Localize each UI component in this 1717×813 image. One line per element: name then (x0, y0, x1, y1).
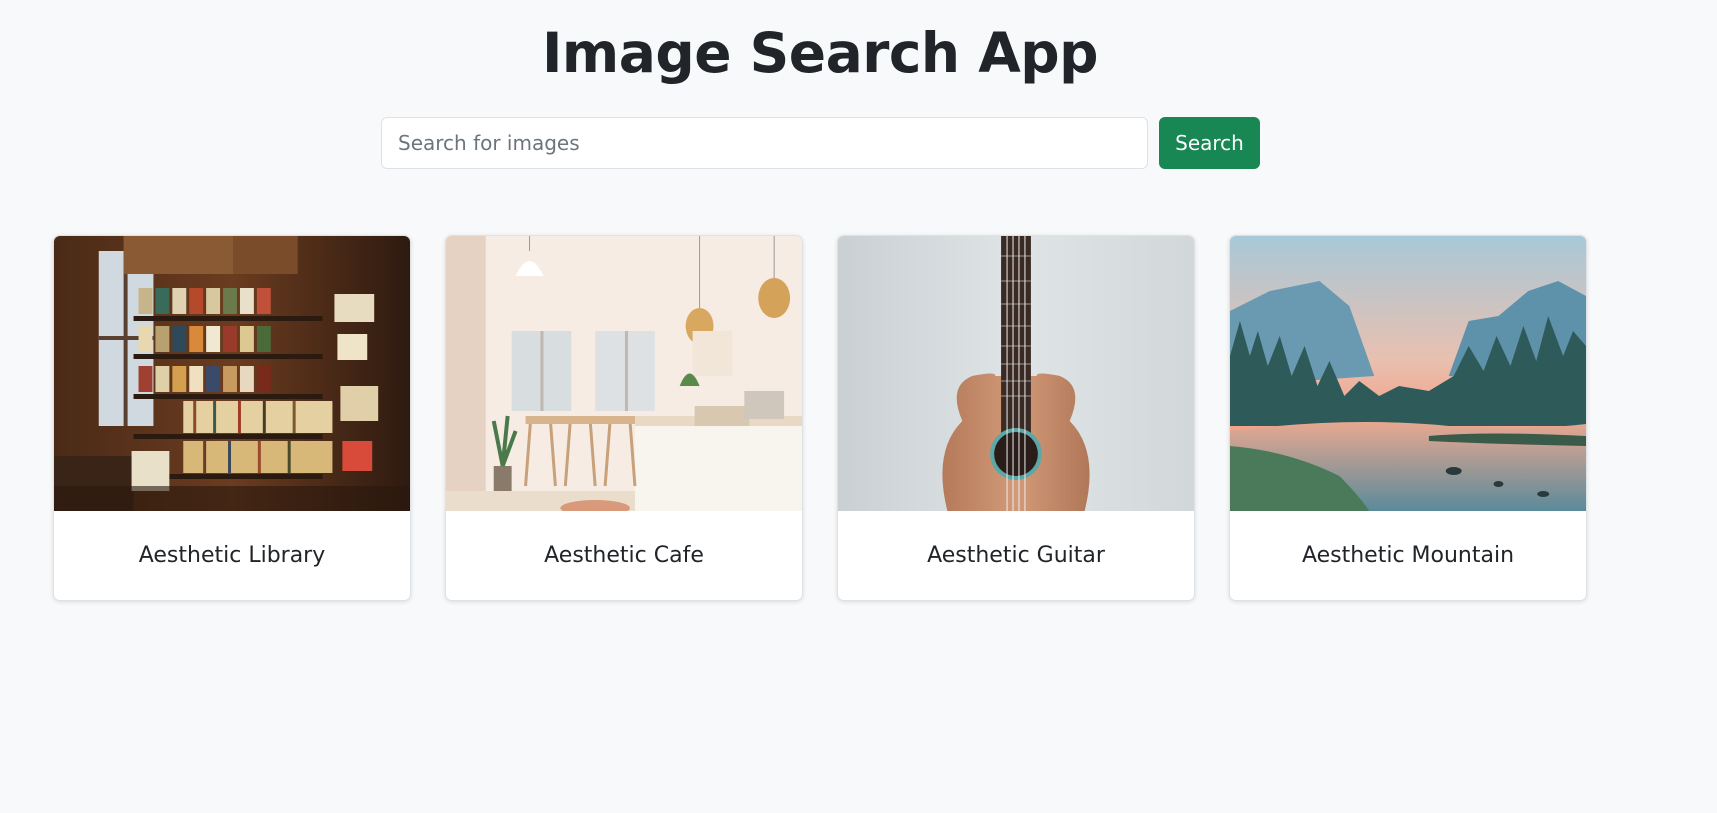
image-card[interactable]: Aesthetic Cafe (445, 235, 803, 601)
card-image-library[interactable] (54, 236, 410, 511)
card-image-cafe[interactable] (446, 236, 802, 511)
card-title: Aesthetic Guitar (927, 543, 1105, 568)
card-title: Aesthetic Cafe (544, 543, 704, 568)
image-card[interactable]: Aesthetic Guitar (837, 235, 1195, 601)
search-button[interactable]: Search (1159, 117, 1260, 169)
card-title: Aesthetic Mountain (1301, 543, 1515, 568)
image-results-grid: Aesthetic Library Aesthetic Cafe Aesthet… (53, 235, 1587, 601)
card-title: Aesthetic Library (138, 543, 326, 568)
card-image-mountain[interactable] (1230, 236, 1586, 511)
image-card[interactable]: Aesthetic Mountain (1229, 235, 1587, 601)
search-form: Search (381, 117, 1260, 169)
card-image-guitar[interactable] (838, 236, 1194, 511)
page-title: Image Search App (541, 21, 1099, 85)
search-input[interactable] (381, 117, 1148, 169)
image-card[interactable]: Aesthetic Library (53, 235, 411, 601)
